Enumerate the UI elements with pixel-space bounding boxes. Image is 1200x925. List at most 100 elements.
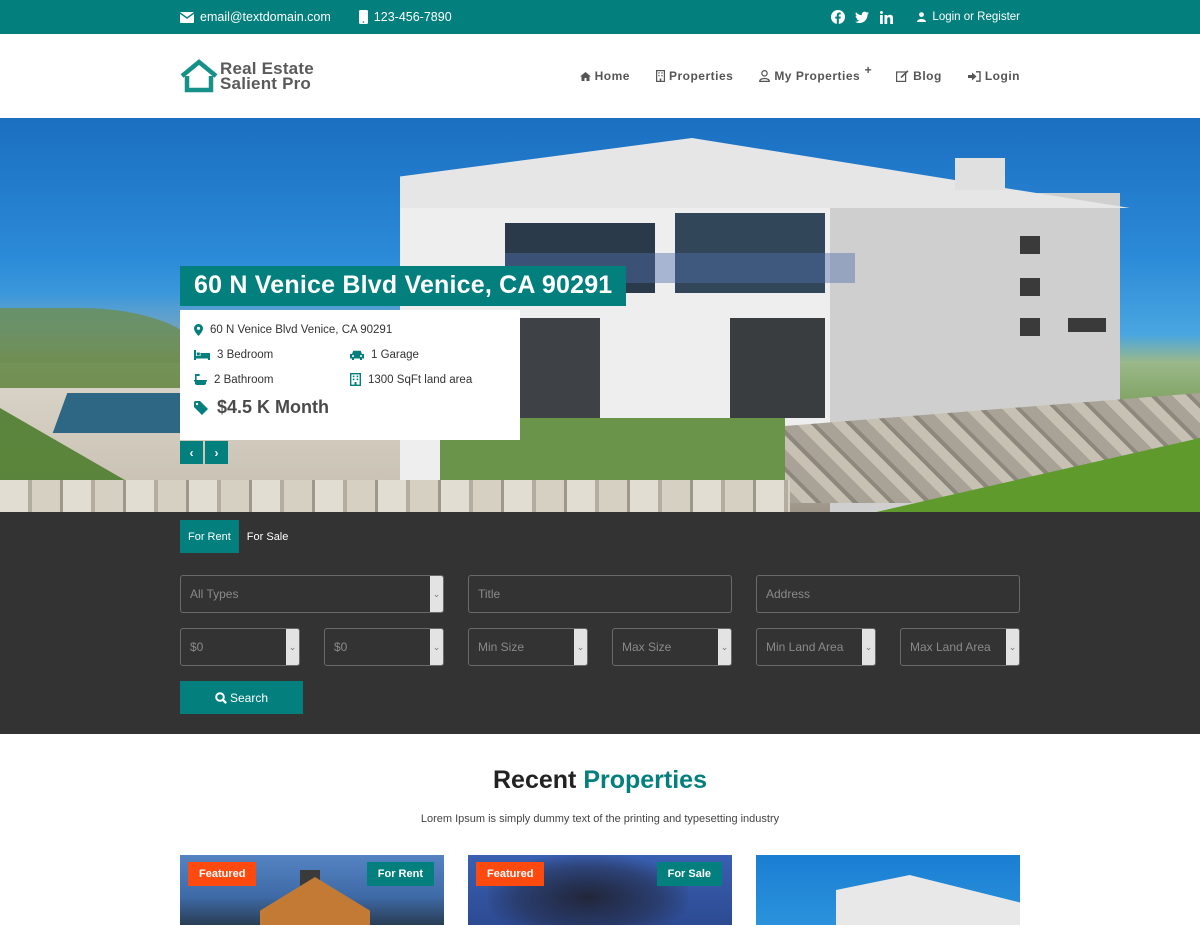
car-icon [350, 350, 364, 360]
hero-image-chimney [955, 158, 1005, 190]
linkedin-icon[interactable] [879, 10, 893, 24]
property-cards: Featured For Rent Featured For Sale [180, 855, 1020, 925]
tab-for-sale[interactable]: For Sale [239, 520, 297, 553]
info-row: 2 Bathroom 1300 SqFt land area [194, 372, 506, 387]
chevron-down-icon[interactable]: ⌄ [286, 629, 299, 665]
min-size-value: Min Size [478, 640, 525, 654]
chevron-down-icon[interactable]: ⌄ [862, 629, 875, 665]
logo-text: Real Estate Salient Pro [220, 60, 314, 93]
site-header: Real Estate Salient Pro Home Properties … [0, 34, 1200, 118]
recent-properties-section: Recent Properties Lorem Ipsum is simply … [0, 734, 1200, 925]
price-tag-icon [194, 400, 208, 415]
address-placeholder: Address [766, 587, 811, 601]
submenu-plus-icon[interactable]: + [865, 63, 873, 77]
nav-properties-label: Properties [668, 69, 734, 83]
min-land-area-select[interactable]: Min Land Area ⌄ [756, 628, 876, 666]
hero-image-stone-edge [0, 480, 790, 512]
min-price-select[interactable]: $0 ⌄ [180, 628, 300, 666]
hero-slider: 60 N Venice Blvd Venice, CA 90291 60 N V… [0, 118, 1200, 512]
listing-type-badge: For Sale [656, 862, 722, 886]
building-icon [350, 373, 361, 386]
nav-home[interactable]: Home [579, 69, 630, 83]
hero-image-window [1020, 318, 1040, 336]
property-info-card: 60 N Venice Blvd Venice, CA 90291 3 Bedr… [180, 310, 520, 440]
section-title: Recent Properties [0, 766, 1200, 795]
section-title-accent: Properties [583, 766, 707, 794]
hero-image-window [1020, 236, 1040, 254]
search-row-1: All Types ⌄ Title Address [180, 575, 1020, 613]
chevron-down-icon[interactable]: ⌄ [574, 629, 587, 665]
slider-prev-button[interactable]: ‹ [180, 441, 203, 464]
max-price-select[interactable]: $0 ⌄ [324, 628, 444, 666]
user-icon [917, 12, 927, 22]
logo[interactable]: Real Estate Salient Pro [180, 59, 314, 93]
nav-my-properties[interactable]: My Properties + [759, 63, 872, 83]
address-input[interactable]: Address [756, 575, 1020, 613]
email-contact[interactable]: email@textdomain.com [180, 10, 331, 24]
property-title[interactable]: 60 N Venice Blvd Venice, CA 90291 [180, 266, 627, 306]
nav-home-label: Home [594, 69, 630, 83]
section-title-main: Recent [493, 766, 577, 794]
top-bar: email@textdomain.com 123-456-7890 Login … [0, 0, 1200, 34]
land-area-cell: 1300 SqFt land area [350, 373, 506, 386]
property-search: For Rent For Sale All Types ⌄ Title Addr… [0, 512, 1200, 734]
user-icon [759, 70, 771, 82]
tab-for-rent[interactable]: For Rent [180, 520, 239, 553]
hero-image-window [1020, 278, 1040, 296]
social-links [831, 10, 893, 24]
section-subtitle: Lorem Ipsum is simply dummy text of the … [420, 813, 780, 825]
max-price-value: $0 [334, 640, 348, 654]
search-button-label: Search [229, 690, 269, 705]
property-card[interactable] [756, 855, 1020, 925]
price-text: $4.5 K Month [217, 397, 330, 417]
search-tabs: For Rent For Sale [180, 520, 1020, 553]
property-card[interactable]: Featured For Rent [180, 855, 444, 925]
address-row: 60 N Venice Blvd Venice, CA 90291 [194, 322, 506, 337]
max-land-area-select[interactable]: Max Land Area ⌄ [900, 628, 1020, 666]
map-marker-icon [194, 323, 203, 336]
card-image-house [836, 875, 1020, 925]
search-row-2: $0 ⌄ $0 ⌄ Min Size ⌄ Max Size ⌄ Min Land… [180, 628, 1020, 666]
nav-properties[interactable]: Properties [655, 69, 734, 83]
facebook-icon[interactable] [831, 10, 846, 24]
slider-controls: ‹ › [180, 441, 228, 464]
hero-image-window [730, 318, 825, 418]
title-placeholder: Title [478, 587, 501, 601]
max-size-select[interactable]: Max Size ⌄ [612, 628, 732, 666]
bathroom-text: 2 Bathroom [214, 373, 274, 386]
building-icon [655, 70, 665, 82]
garage-cell: 1 Garage [350, 349, 506, 361]
type-select[interactable]: All Types ⌄ [180, 575, 444, 613]
chevron-down-icon[interactable]: ⌄ [430, 576, 443, 612]
hero-image-window [520, 318, 600, 418]
property-card[interactable]: Featured For Sale [468, 855, 732, 925]
slider-next-button[interactable]: › [205, 441, 228, 464]
title-input[interactable]: Title [468, 575, 732, 613]
login-register-link[interactable]: Login or Register [917, 11, 1020, 23]
search-icon [215, 691, 227, 704]
nav-login[interactable]: Login [967, 69, 1020, 83]
type-select-value: All Types [190, 587, 239, 601]
twitter-icon[interactable] [855, 10, 870, 24]
search-button[interactable]: Search [180, 681, 303, 714]
mobile-phone-icon [358, 10, 368, 24]
listing-type-badge: For Rent [366, 862, 434, 886]
featured-badge: Featured [476, 862, 545, 886]
phone-contact[interactable]: 123-456-7890 [358, 10, 452, 24]
main-nav: Home Properties My Properties + Blog Log… [554, 63, 1020, 83]
info-row: 3 Bedroom 1 Garage [194, 347, 506, 362]
nav-blog-label: Blog [913, 69, 942, 83]
logo-line2: Salient Pro [220, 74, 312, 93]
hero-image-window [1068, 318, 1106, 332]
chevron-down-icon[interactable]: ⌄ [1006, 629, 1019, 665]
nav-blog[interactable]: Blog [896, 69, 942, 83]
chevron-down-icon[interactable]: ⌄ [718, 629, 731, 665]
max-size-value: Max Size [622, 640, 672, 654]
email-text: email@textdomain.com [200, 10, 331, 24]
sign-in-icon [967, 70, 981, 82]
chevron-down-icon[interactable]: ⌄ [430, 629, 443, 665]
min-size-select[interactable]: Min Size ⌄ [468, 628, 588, 666]
address-text: 60 N Venice Blvd Venice, CA 90291 [210, 323, 393, 336]
nav-my-properties-label: My Properties [774, 69, 861, 83]
envelope-icon [180, 11, 194, 23]
